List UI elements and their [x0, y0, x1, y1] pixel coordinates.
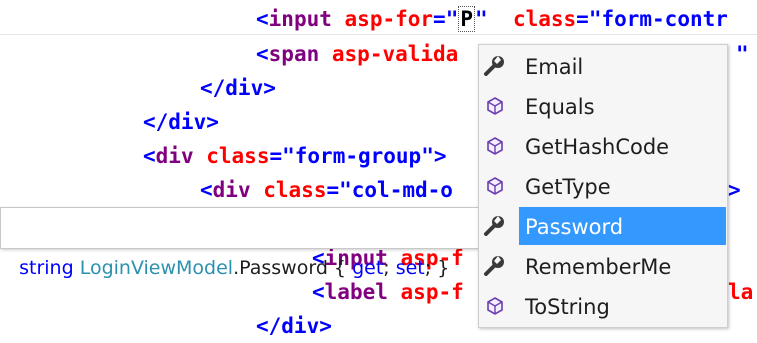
completion-item-email[interactable]: Email: [479, 47, 727, 85]
method-cube-icon: [487, 97, 503, 115]
method-cube-icon: [487, 297, 503, 315]
code-line-4[interactable]: </div>: [143, 105, 219, 139]
attr-name: class: [512, 7, 577, 31]
attr-eq: =": [433, 7, 459, 31]
completion-item-gettype[interactable]: GetType: [479, 167, 727, 205]
typed-text-cursor[interactable]: P: [458, 6, 475, 32]
attr-name: asp-for: [344, 7, 434, 31]
tag-open: <: [200, 178, 213, 202]
method-cube-icon: [487, 137, 503, 155]
completion-item-label: GetType: [525, 175, 611, 199]
method-cube-icon: [487, 177, 503, 195]
code-line-5[interactable]: <div class="form-group">: [143, 139, 447, 173]
code-line-3[interactable]: </div>: [200, 71, 276, 105]
completion-item-label: Password: [525, 215, 624, 239]
completion-item-gethashcode[interactable]: GetHashCode: [479, 127, 727, 165]
quote: ": [736, 42, 749, 66]
tag-name: div: [212, 178, 251, 202]
quote: ": [475, 7, 488, 31]
code-line-6[interactable]: <div class="col-md-o >: [200, 173, 741, 207]
attr-name: class: [206, 144, 270, 168]
tag-close: >: [728, 178, 741, 202]
separator: ;: [383, 257, 396, 279]
attr-value: form-contr: [601, 7, 728, 31]
tag-open: <: [256, 42, 269, 66]
attr-eq: =": [576, 7, 602, 31]
attr-name: asp-valida: [331, 42, 459, 66]
attr-value: form-group: [294, 144, 422, 168]
completion-item-label: Equals: [525, 95, 595, 119]
completion-item-label: GetHashCode: [525, 135, 670, 159]
completion-item-tostring[interactable]: ToString: [479, 287, 727, 325]
tag-close: ">: [421, 144, 447, 168]
attr-name: class: [263, 178, 327, 202]
member-signature: .Password {: [233, 257, 353, 279]
wrench-icon: [484, 256, 504, 276]
signature-end: ; }: [424, 257, 450, 279]
wrench-icon: [484, 216, 504, 236]
attr-name: la: [728, 280, 754, 304]
attr-value: col-md-o: [351, 178, 453, 202]
tag-name: div: [155, 144, 194, 168]
tag-name: span: [268, 42, 320, 66]
code-line-9[interactable]: </div>: [256, 309, 332, 343]
tag-name: input: [268, 7, 332, 31]
set-accessor: set: [395, 257, 425, 279]
attr-eq: =": [269, 144, 295, 168]
completion-item-rememberme[interactable]: RememberMe: [479, 247, 727, 285]
completion-item-label: RememberMe: [525, 255, 672, 279]
type-keyword: string: [19, 257, 74, 279]
code-line-2[interactable]: <span asp-valida ": [256, 37, 749, 71]
completion-item-equals[interactable]: Equals: [479, 87, 727, 125]
completion-item-label: ToString: [525, 295, 610, 319]
quickinfo-tooltip: string LoginViewModel.Password { get; se…: [0, 207, 480, 279]
completion-item-label: Email: [525, 55, 584, 79]
wrench-icon: [484, 56, 504, 76]
completion-list[interactable]: Email Equals GetHashCode GetType Passwor…: [478, 44, 728, 328]
attr-eq: =": [326, 178, 352, 202]
get-accessor: get: [352, 257, 384, 279]
tag-open: <: [256, 7, 269, 31]
completion-item-password[interactable]: Password: [479, 207, 727, 245]
tag-open: <: [143, 144, 156, 168]
code-line-1[interactable]: <input asp-for="P" class="form-contr: [256, 2, 728, 36]
class-name: LoginViewModel: [79, 257, 234, 279]
